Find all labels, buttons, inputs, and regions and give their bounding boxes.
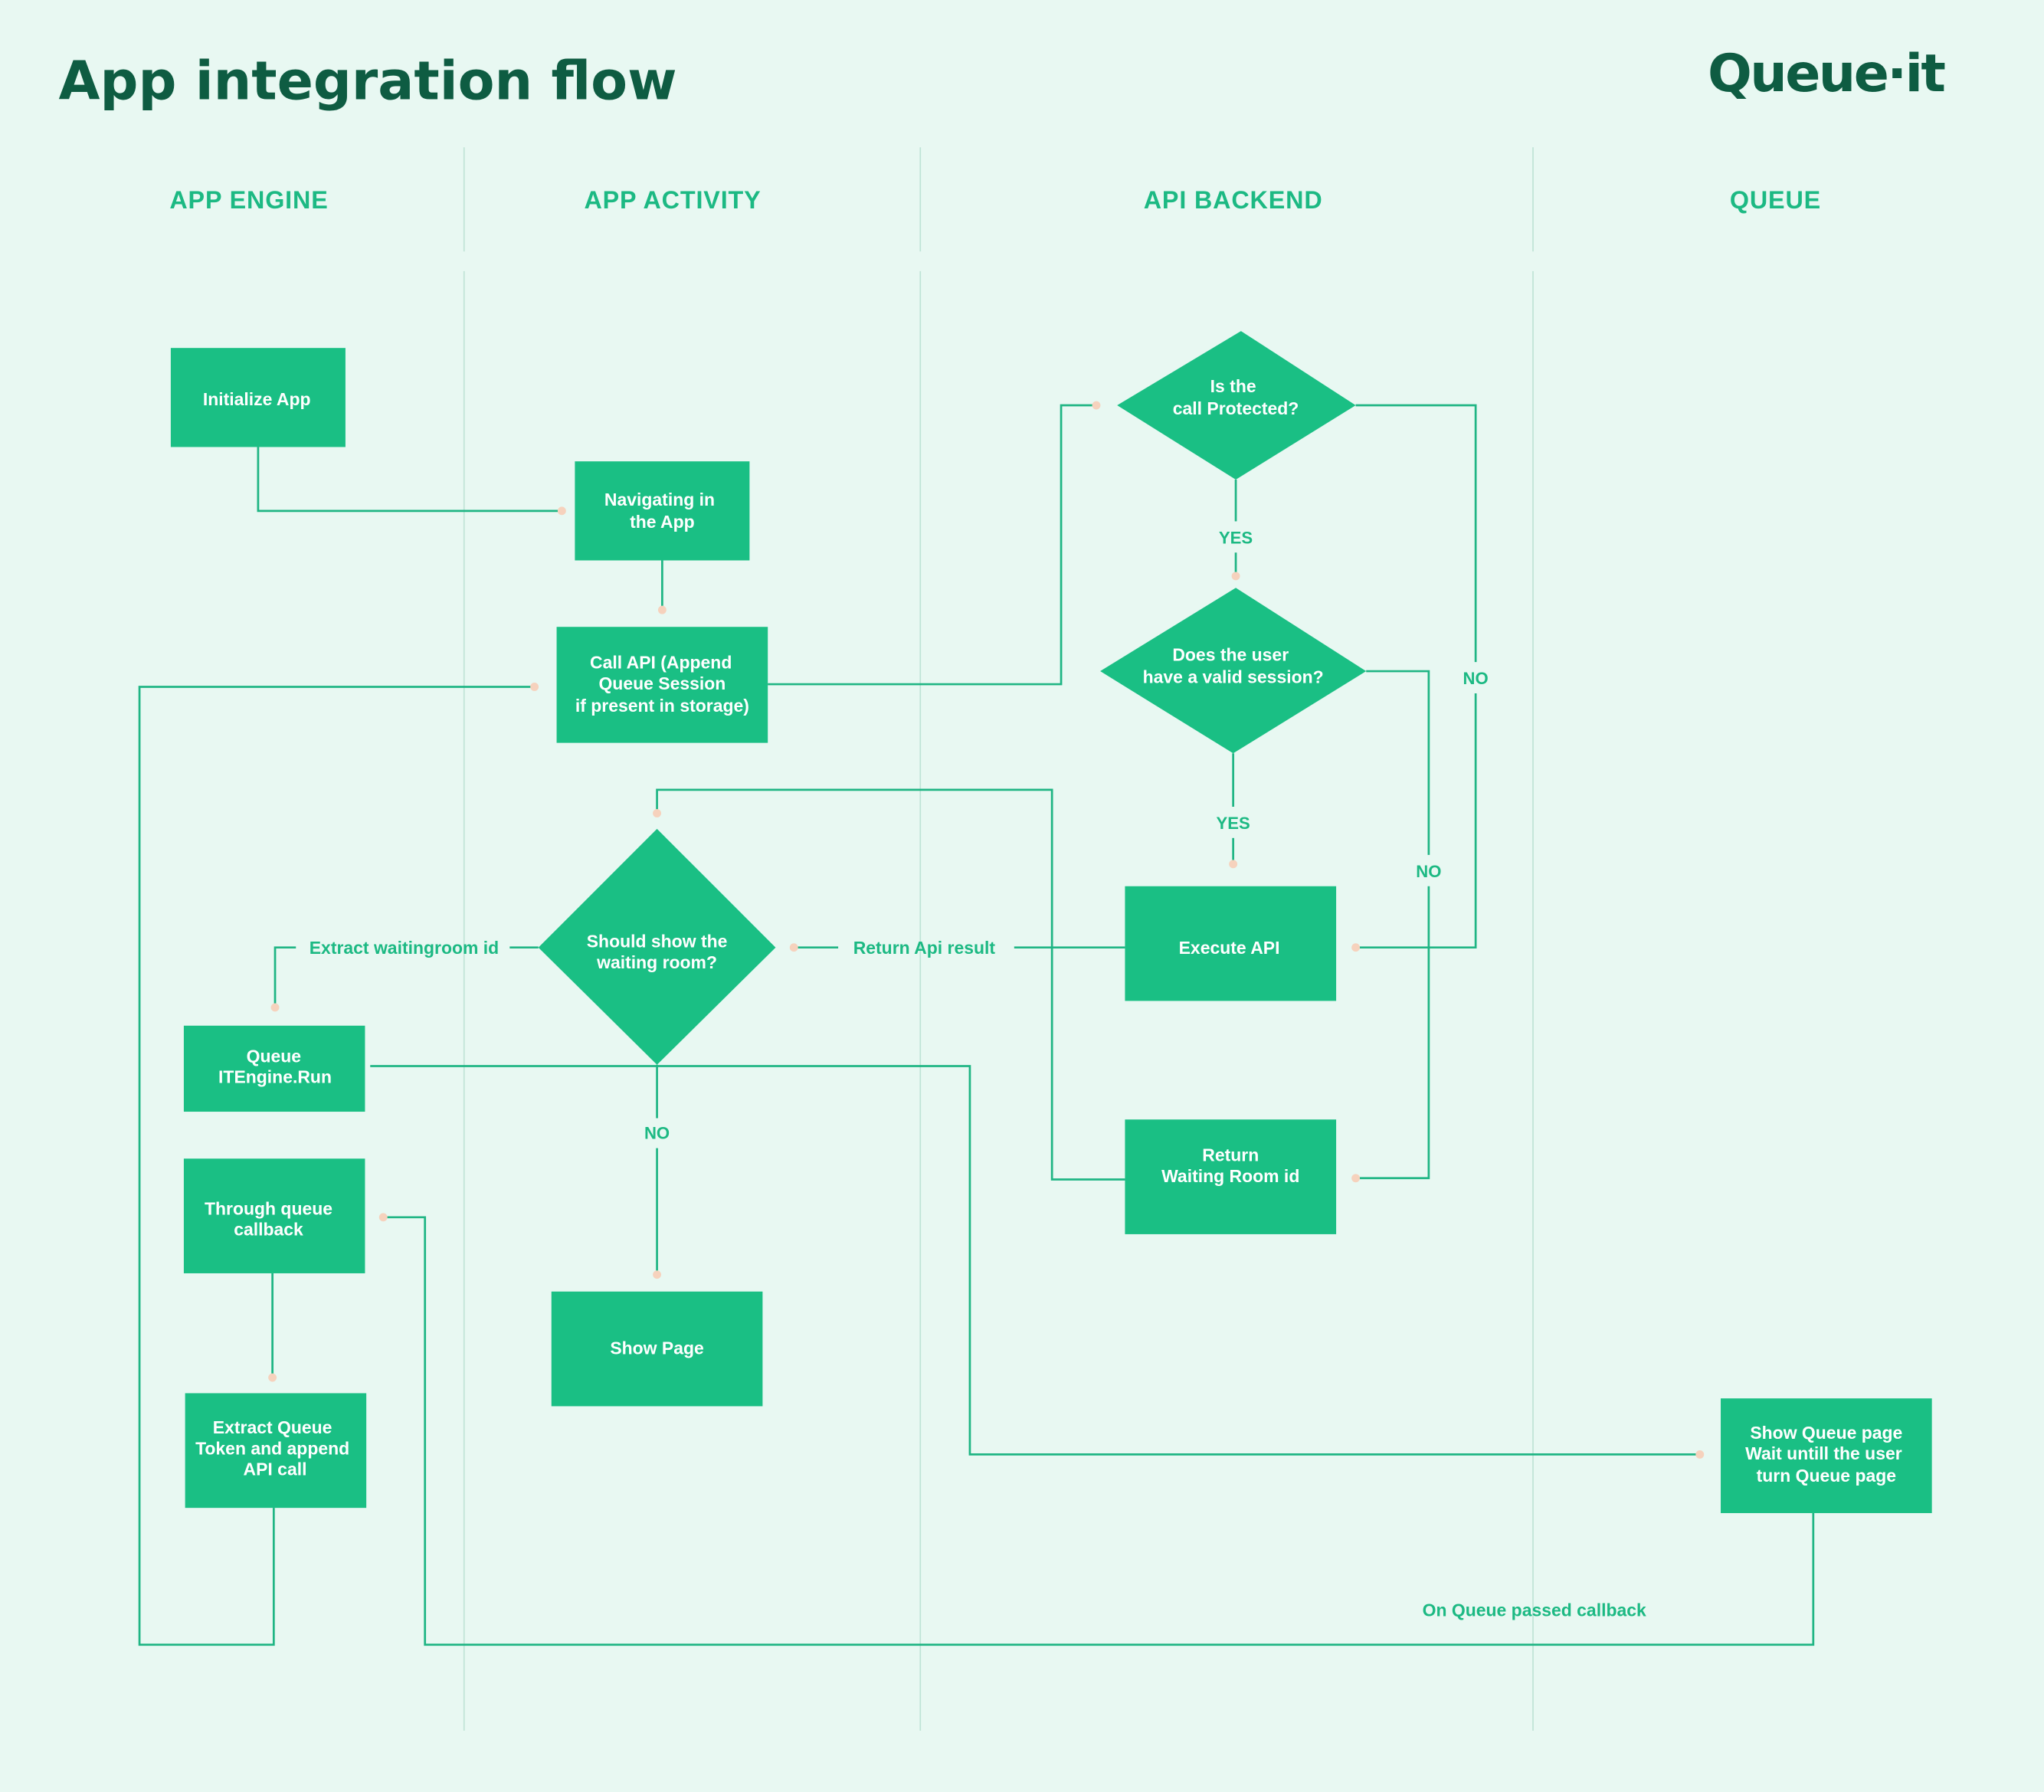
connector-dot <box>378 1213 388 1222</box>
node-label: Return <box>1202 1145 1259 1165</box>
connector-dot <box>1231 572 1240 581</box>
edge-label-yes-protected: YES <box>1219 528 1253 547</box>
node-label: ITEngine.Run <box>218 1067 332 1087</box>
canvas-background <box>0 0 2044 1792</box>
node-label: have a valid session? <box>1143 667 1324 686</box>
node-label: callback <box>234 1220 303 1240</box>
connector-dot <box>1695 1450 1705 1459</box>
node-label: API call <box>244 1459 307 1479</box>
node-initialize-app[interactable]: Initialize App <box>170 348 346 447</box>
connector-dot <box>653 809 662 817</box>
connector-dot <box>1351 943 1361 952</box>
node-label: Is the <box>1210 376 1256 396</box>
node-label: Waiting Room id <box>1161 1166 1299 1186</box>
node-label: the App <box>630 512 695 532</box>
node-execute-api[interactable]: Execute API <box>1125 886 1337 1001</box>
node-return-waiting-room-id[interactable]: Return Waiting Room id <box>1125 1119 1337 1234</box>
node-label: Execute API <box>1179 938 1280 958</box>
connector-dot <box>270 1003 280 1012</box>
lane-title-api-backend: API BACKEND <box>1144 186 1323 214</box>
node-label: Does the user <box>1172 644 1289 664</box>
connector-dot <box>530 683 539 691</box>
connector-dot <box>268 1373 277 1382</box>
node-through-queue-callback[interactable]: Through queue callback <box>183 1158 365 1273</box>
connector-dot <box>653 1270 662 1279</box>
node-label: Initialize App <box>203 389 311 409</box>
connector-dot <box>1092 401 1101 410</box>
node-label: Show Page <box>610 1338 703 1358</box>
node-label: Call API (Append <box>590 653 732 673</box>
integration-flow-diagram: App integration flow Queue·it APP ENGINE… <box>0 0 2044 1792</box>
node-call-api[interactable]: Call API (Append Queue Session if presen… <box>556 627 768 743</box>
node-label: Token and append <box>195 1438 349 1458</box>
lane-title-app-activity: APP ACTIVITY <box>584 186 761 214</box>
connector-dot <box>1229 860 1238 869</box>
node-label: Through queue <box>205 1198 332 1218</box>
node-label: Queue <box>247 1046 301 1066</box>
edge-label-extract-waitingroom-id: Extract waitingroom id <box>310 938 499 958</box>
edge-label-no-protected: NO <box>1463 669 1489 688</box>
process-box[interactable] <box>575 461 750 561</box>
node-label: if present in storage) <box>575 696 749 716</box>
lane-title-queue: QUEUE <box>1730 186 1821 214</box>
node-label: call Protected? <box>1173 398 1299 418</box>
node-label: Should show the <box>587 932 728 952</box>
node-label: Queue Session <box>598 673 726 693</box>
node-show-queue-page[interactable]: Show Queue page Wait untill the user tur… <box>1721 1398 1932 1513</box>
node-label: Show Queue page <box>1750 1423 1902 1443</box>
edge-label-return-api-result: Return Api result <box>853 938 996 958</box>
edge-label-no-session: NO <box>1416 862 1441 881</box>
node-label: waiting room? <box>596 952 717 972</box>
node-label: turn Queue page <box>1757 1466 1896 1486</box>
edge-label-no-show-wr: NO <box>644 1124 670 1143</box>
edge-label-yes-session: YES <box>1217 814 1250 833</box>
queue-it-logo: Queue·it <box>1708 44 1944 104</box>
node-label: Wait untill the user <box>1745 1443 1902 1463</box>
node-label: Extract Queue <box>213 1417 332 1437</box>
lane-title-app-engine: APP ENGINE <box>169 186 328 214</box>
node-extract-queue-token[interactable]: Extract Queue Token and append API call <box>185 1393 367 1509</box>
connector-dot <box>657 605 667 614</box>
connector-dot <box>557 506 566 516</box>
edge-label-on-queue-passed: On Queue passed callback <box>1423 1600 1646 1620</box>
connector-dot <box>1351 1174 1361 1183</box>
node-label: Navigating in <box>604 490 715 509</box>
node-navigating[interactable]: Navigating in the App <box>575 461 750 561</box>
node-queue-itengine-run[interactable]: Queue ITEngine.Run <box>183 1025 365 1112</box>
connector-dot <box>789 943 798 952</box>
node-show-page[interactable]: Show Page <box>551 1291 763 1407</box>
page-title: App integration flow <box>59 50 677 112</box>
